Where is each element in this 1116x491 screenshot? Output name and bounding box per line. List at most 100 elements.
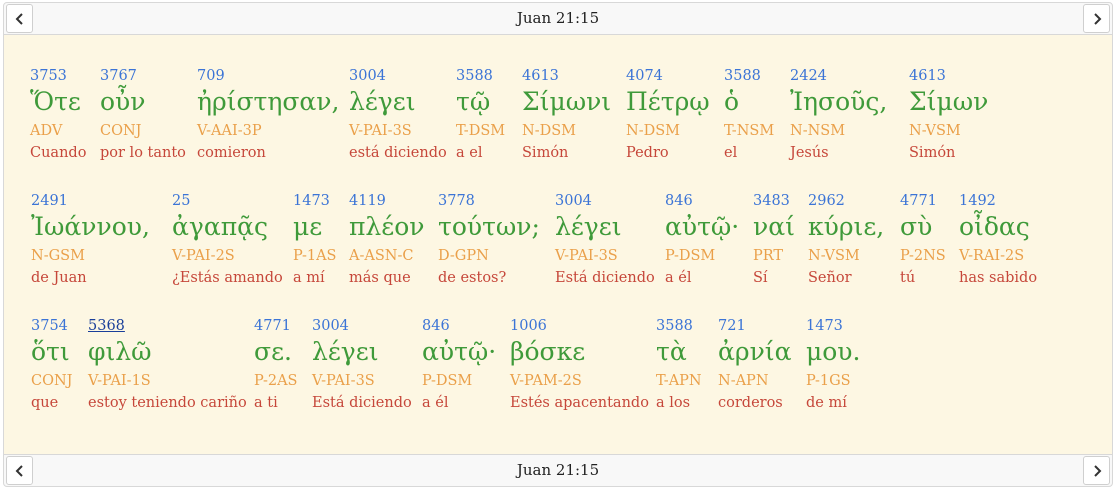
spanish-translation: de estos?: [438, 270, 507, 286]
strong-number-link[interactable]: 1492: [959, 192, 996, 210]
spanish-translation: ¿Estás amando: [172, 270, 283, 286]
strong-number-link[interactable]: 1473: [806, 317, 843, 335]
greek-word[interactable]: με: [293, 212, 322, 242]
spanish-translation: que: [31, 395, 59, 411]
morphology-code[interactable]: N-APN: [718, 372, 769, 390]
strong-number-link[interactable]: 721: [718, 317, 746, 335]
morphology-code[interactable]: T-DSM: [456, 122, 505, 140]
strong-number-link[interactable]: 3483: [753, 192, 790, 210]
morphology-code[interactable]: V-PAI-3S: [555, 247, 618, 265]
strong-number-link[interactable]: 3767: [100, 67, 137, 85]
next-verse-button[interactable]: [1083, 456, 1110, 485]
greek-word[interactable]: Ἰωάννου,: [31, 212, 150, 242]
greek-word[interactable]: ἀρνία: [718, 337, 791, 367]
greek-word[interactable]: αὐτῷ·: [665, 212, 739, 242]
morphology-code[interactable]: T-APN: [656, 372, 702, 390]
greek-word[interactable]: ἀγαπᾷς: [172, 212, 268, 242]
strong-number-link[interactable]: 4613: [522, 67, 559, 85]
greek-word[interactable]: Πέτρῳ: [626, 87, 710, 117]
morphology-code[interactable]: PRT: [753, 247, 783, 265]
morphology-code[interactable]: CONJ: [31, 372, 72, 390]
morphology-code[interactable]: ADV: [30, 122, 62, 140]
greek-word[interactable]: Σίμωνι: [522, 87, 611, 117]
spanish-translation: a él: [422, 395, 449, 411]
strong-number-link[interactable]: 2962: [808, 192, 845, 210]
morphology-code[interactable]: V-PAI-3S: [312, 372, 375, 390]
greek-word[interactable]: οὖν: [100, 87, 145, 117]
greek-word[interactable]: τῷ: [456, 87, 490, 117]
next-verse-button[interactable]: [1083, 4, 1110, 33]
morphology-code[interactable]: CONJ: [100, 122, 141, 140]
morphology-code[interactable]: A-ASN-C: [349, 247, 413, 265]
strong-number-link[interactable]: 4771: [254, 317, 291, 335]
strong-number-link[interactable]: 2424: [790, 67, 827, 85]
spanish-translation: está diciendo: [349, 145, 447, 161]
morphology-code[interactable]: V-PAI-1S: [88, 372, 151, 390]
spanish-translation: Sí: [753, 270, 768, 286]
greek-word[interactable]: βόσκε: [510, 337, 585, 367]
morphology-code[interactable]: P-2NS: [900, 247, 946, 265]
morphology-code[interactable]: N-DSM: [522, 122, 576, 140]
morphology-code[interactable]: N-VSM: [909, 122, 961, 140]
morphology-code[interactable]: V-PAI-2S: [172, 247, 235, 265]
strong-number-link[interactable]: 3004: [312, 317, 349, 335]
greek-word[interactable]: ὁ: [724, 87, 739, 117]
morphology-code[interactable]: P-2AS: [254, 372, 298, 390]
greek-word[interactable]: Ὅτε: [30, 87, 81, 117]
morphology-code[interactable]: P-1AS: [293, 247, 337, 265]
strong-number-link[interactable]: 3754: [31, 317, 68, 335]
strong-number-link[interactable]: 3588: [456, 67, 493, 85]
greek-word[interactable]: σε.: [254, 337, 292, 367]
strong-number-link[interactable]: 846: [665, 192, 693, 210]
spanish-translation: más que: [349, 270, 411, 286]
strong-number-link[interactable]: 846: [422, 317, 450, 335]
strong-number-link[interactable]: 4074: [626, 67, 663, 85]
morphology-code[interactable]: V-RAI-2S: [959, 247, 1024, 265]
chevron-right-icon: [1093, 12, 1101, 25]
greek-word[interactable]: λέγει: [349, 87, 416, 117]
greek-word[interactable]: ἠρίστησαν,: [197, 87, 339, 117]
morphology-code[interactable]: P-DSM: [422, 372, 472, 390]
greek-word[interactable]: σὺ: [900, 212, 932, 242]
morphology-code[interactable]: N-VSM: [808, 247, 860, 265]
strong-number-link[interactable]: 3004: [349, 67, 386, 85]
strong-number-link[interactable]: 3588: [724, 67, 761, 85]
greek-word[interactable]: τούτων;: [438, 212, 540, 242]
greek-word[interactable]: Σίμων: [909, 87, 988, 117]
greek-word[interactable]: πλέον: [349, 212, 424, 242]
morphology-code[interactable]: N-NSM: [790, 122, 845, 140]
strong-number-link[interactable]: 4771: [900, 192, 937, 210]
strong-number-link[interactable]: 3004: [555, 192, 592, 210]
greek-word[interactable]: ναί: [753, 212, 795, 242]
greek-word[interactable]: μου.: [806, 337, 860, 367]
strong-number-link[interactable]: 2491: [31, 192, 68, 210]
morphology-code[interactable]: V-PAM-2S: [510, 372, 582, 390]
strong-number-link[interactable]: 25: [172, 192, 190, 210]
morphology-code[interactable]: N-GSM: [31, 247, 85, 265]
greek-word[interactable]: Ἰησοῦς,: [790, 87, 887, 117]
strong-number-link[interactable]: 4613: [909, 67, 946, 85]
strong-number-link[interactable]: 3753: [30, 67, 67, 85]
morphology-code[interactable]: V-AAI-3P: [197, 122, 262, 140]
morphology-code[interactable]: P-DSM: [665, 247, 715, 265]
morphology-code[interactable]: V-PAI-3S: [349, 122, 412, 140]
greek-word[interactable]: ὅτι: [31, 337, 70, 367]
morphology-code[interactable]: P-1GS: [806, 372, 851, 390]
morphology-code[interactable]: T-NSM: [724, 122, 774, 140]
greek-word[interactable]: οἶδας: [959, 212, 1030, 242]
greek-word[interactable]: τὰ: [656, 337, 687, 367]
greek-word[interactable]: φιλῶ: [88, 337, 152, 367]
strong-number-link[interactable]: 4119: [349, 192, 386, 210]
strong-number-link[interactable]: 3778: [438, 192, 475, 210]
strong-number-link[interactable]: 3588: [656, 317, 693, 335]
greek-word[interactable]: λέγει: [555, 212, 622, 242]
strong-number-link[interactable]: 5368: [88, 317, 125, 335]
strong-number-link[interactable]: 709: [197, 67, 225, 85]
morphology-code[interactable]: N-DSM: [626, 122, 680, 140]
strong-number-link[interactable]: 1473: [293, 192, 330, 210]
greek-word[interactable]: λέγει: [312, 337, 379, 367]
greek-word[interactable]: αὐτῷ·: [422, 337, 496, 367]
morphology-code[interactable]: D-GPN: [438, 247, 489, 265]
greek-word[interactable]: κύριε,: [808, 212, 884, 242]
strong-number-link[interactable]: 1006: [510, 317, 547, 335]
